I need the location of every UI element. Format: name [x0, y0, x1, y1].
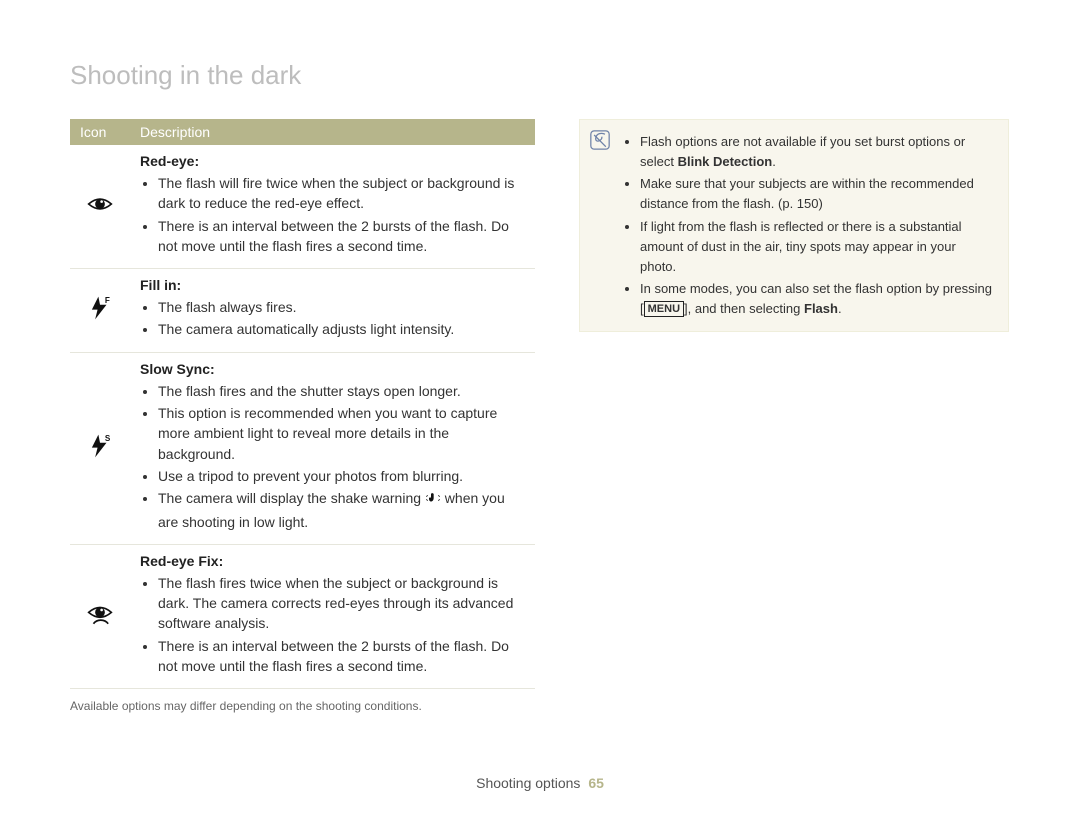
list-item: The camera will display the shake warnin…: [158, 488, 525, 532]
page-footer: Shooting options 65: [0, 775, 1080, 791]
svg-text:F: F: [105, 296, 110, 305]
list-item: The camera automatically adjusts light i…: [158, 319, 525, 339]
list-item: In some modes, you can also set the flas…: [640, 279, 994, 319]
menu-button-label: MENU: [644, 301, 684, 317]
note-bold: Flash: [804, 301, 838, 316]
mode-title: Slow Sync:: [140, 361, 525, 377]
slow-sync-icon: S: [87, 446, 113, 463]
shake-warning-icon: [425, 490, 441, 511]
svg-text:S: S: [105, 434, 111, 443]
mode-bullets: The flash fires twice when the subject o…: [140, 573, 525, 676]
note-text: .: [772, 154, 776, 169]
list-item: The flash will fire twice when the subje…: [158, 173, 525, 214]
table-footnote: Available options may differ depending o…: [70, 699, 535, 713]
mode-title: Red-eye:: [140, 153, 525, 169]
list-item: The flash fires twice when the subject o…: [158, 573, 525, 634]
note-icon: [590, 130, 612, 321]
footer-label: Shooting options: [476, 775, 580, 791]
list-item: If light from the flash is reflected or …: [640, 217, 994, 277]
list-item: This option is recommended when you want…: [158, 403, 525, 464]
mode-table-container: Icon Description Red-eye: The: [70, 119, 535, 713]
table-row: Red-eye Fix: The flash fires twice when …: [70, 544, 535, 688]
note-text: ], and then selecting: [684, 301, 804, 316]
note-list: Flash options are not available if you s…: [622, 130, 994, 321]
note-text: .: [838, 301, 842, 316]
mode-title: Red-eye Fix:: [140, 553, 525, 569]
table-row: Red-eye: The flash will fire twice when …: [70, 145, 535, 269]
table-row: F Fill in: The flash always fires. The c…: [70, 269, 535, 353]
table-row: S Slow Sync: The flash fires and the shu…: [70, 352, 535, 544]
fill-in-icon: F: [87, 308, 113, 325]
list-item: Make sure that your subjects are within …: [640, 174, 994, 214]
bullet-before: The camera will display the shake warnin…: [158, 490, 425, 506]
page-number: 65: [588, 775, 604, 791]
list-item: There is an interval between the 2 burst…: [158, 216, 525, 257]
list-item: There is an interval between the 2 burst…: [158, 636, 525, 677]
red-eye-fix-icon: [87, 614, 113, 631]
th-icon: Icon: [70, 119, 130, 145]
red-eye-icon: [87, 204, 113, 221]
mode-title: Fill in:: [140, 277, 525, 293]
page-title: Shooting in the dark: [70, 60, 1010, 91]
list-item: Flash options are not available if you s…: [640, 132, 994, 172]
mode-bullets: The flash fires and the shutter stays op…: [140, 381, 525, 532]
mode-table: Icon Description Red-eye: The: [70, 119, 535, 689]
note-bold: Blink Detection: [678, 154, 773, 169]
list-item: Use a tripod to prevent your photos from…: [158, 466, 525, 486]
list-item: The flash fires and the shutter stays op…: [158, 381, 525, 401]
table-header-row: Icon Description: [70, 119, 535, 145]
list-item: The flash always fires.: [158, 297, 525, 317]
note-callout: Flash options are not available if you s…: [579, 119, 1009, 332]
th-description: Description: [130, 119, 535, 145]
mode-bullets: The flash always fires. The camera autom…: [140, 297, 525, 340]
mode-bullets: The flash will fire twice when the subje…: [140, 173, 525, 256]
